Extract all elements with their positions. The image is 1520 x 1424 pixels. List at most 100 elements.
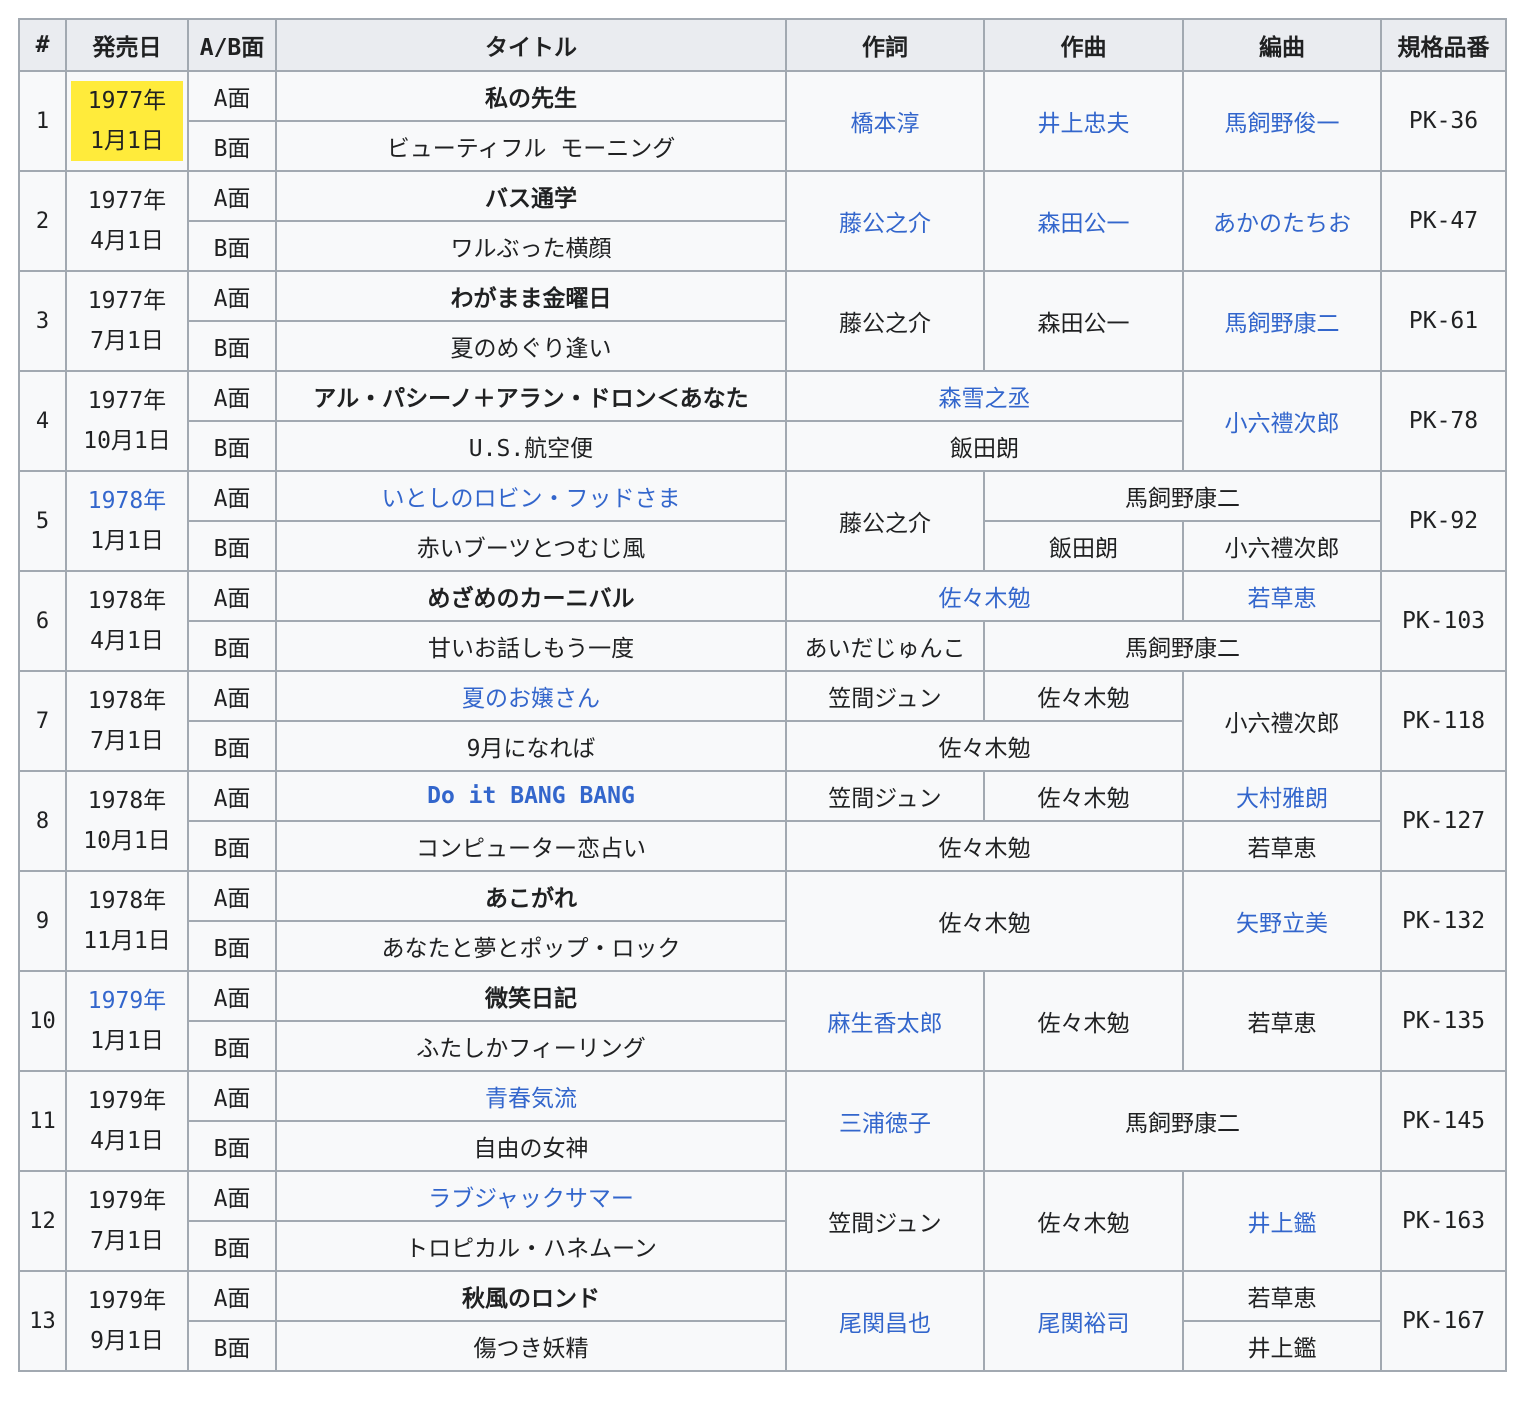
side-label: A面 [187, 470, 277, 522]
side-label: A面 [187, 570, 277, 622]
release-year: 1978年 [87, 888, 167, 914]
b-side-title: あなたと夢とポップ・ロック [275, 920, 787, 972]
arranger-link[interactable]: あかのたちお [1182, 170, 1382, 272]
single-number: 13 [18, 1270, 67, 1372]
release-year: 1978年 [87, 588, 167, 614]
a-side-title-link[interactable]: 青春気流 [275, 1070, 787, 1122]
arranger-link[interactable]: 若草恵 [1182, 570, 1382, 622]
side-label: B面 [187, 120, 277, 172]
release-day: 10月1日 [83, 428, 171, 454]
side-label: A面 [187, 870, 277, 922]
single-number: 12 [18, 1170, 67, 1272]
side-label: A面 [187, 70, 277, 122]
release-day: 4月1日 [90, 1128, 164, 1154]
lyricist: 笠間ジュン [785, 670, 985, 722]
arranger-link[interactable]: 馬飼野俊一 [1182, 70, 1382, 172]
single-number: 1 [18, 70, 67, 172]
arranger-link[interactable]: 矢野立美 [1182, 870, 1382, 972]
col-header-composer[interactable]: 作曲 [983, 18, 1184, 72]
single-number: 2 [18, 170, 67, 272]
col-header-number[interactable]: # [18, 18, 67, 72]
lyricist-link[interactable]: 麻生香太郎 [785, 970, 985, 1072]
composer-link[interactable]: 森田公一 [983, 170, 1184, 272]
release-date: 1979年 4月1日 [65, 1070, 189, 1172]
arranger: 若草恵 [1182, 970, 1382, 1072]
release-day: 10月1日 [83, 828, 171, 854]
lyricist-composer-link[interactable]: 森雪之丞 [785, 370, 1184, 422]
release-year: 1978年 [87, 688, 167, 714]
single-number: 10 [18, 970, 67, 1072]
table-row: 13 1979年 9月1日 A面 秋風のロンド 尾関昌也 尾関裕司 若草恵 PK-… [18, 1270, 1507, 1372]
lyricist-composer: 飯田朗 [785, 420, 1184, 472]
composer: 佐々木勉 [983, 770, 1184, 822]
side-label: B面 [187, 320, 277, 372]
arranger-link[interactable]: 小六禮次郎 [1182, 370, 1382, 472]
col-header-release-date[interactable]: 発売日 [65, 18, 189, 72]
catalog-number: PK-92 [1380, 470, 1507, 572]
catalog-number: PK-118 [1380, 670, 1507, 772]
release-year: 1979年 [87, 1088, 167, 1114]
lyricist-link[interactable]: 尾関昌也 [785, 1270, 985, 1372]
lyricist-composer-link[interactable]: 佐々木勉 [785, 570, 1184, 622]
release-year-link[interactable]: 1979年 [71, 981, 183, 1021]
side-label: A面 [187, 670, 277, 722]
a-side-title: わがまま金曜日 [275, 270, 787, 322]
lyricist-link[interactable]: 三浦徳子 [785, 1070, 985, 1172]
col-header-arranger[interactable]: 編曲 [1182, 18, 1382, 72]
highlighted-year: 1977年 [71, 81, 183, 121]
release-day: 4月1日 [90, 628, 164, 654]
side-label: B面 [187, 920, 277, 972]
singles-table: # 発売日 A/B面 タイトル 作詞 作曲 編曲 規格品番 1 1977年 1月1… [18, 18, 1507, 1372]
lyricist: 笠間ジュン [785, 770, 985, 822]
release-date: 1979年 7月1日 [65, 1170, 189, 1272]
table-row: B面 傷つき妖精 井上鑑 [19, 1320, 1506, 1372]
col-header-lyricist[interactable]: 作詞 [785, 18, 985, 72]
catalog-number: PK-132 [1380, 870, 1507, 972]
col-header-catalog[interactable]: 規格品番 [1380, 18, 1507, 72]
b-side-title: トロピカル・ハネムーン [275, 1220, 787, 1272]
catalog-number: PK-127 [1380, 770, 1507, 872]
composer-link[interactable]: 尾関裕司 [983, 1270, 1184, 1372]
a-side-title: 私の先生 [275, 70, 787, 122]
release-date: 1977年 10月1日 [65, 370, 189, 472]
table-row: 5 1978年 1月1日 A面 いとしのロビン・フッドさま 藤公之介 馬飼野康二 … [18, 470, 1507, 572]
release-year: 1979年 [87, 1188, 167, 1214]
lyricist: 笠間ジュン [785, 1170, 985, 1272]
single-number: 4 [18, 370, 67, 472]
arranger: 若草恵 [1182, 1270, 1382, 1322]
release-date: 1979年 1月1日 [65, 970, 189, 1072]
a-side-title-link[interactable]: Do it BANG BANG [275, 770, 787, 822]
table-row: 4 1977年 10月1日 A面 アル・パシーノ＋アラン・ドロン＜あなた 森雪之丞… [18, 370, 1507, 472]
release-year: 1979年 [87, 1288, 167, 1314]
side-label: A面 [187, 1270, 277, 1322]
catalog-number: PK-47 [1380, 170, 1507, 272]
lyricist-link[interactable]: 橋本淳 [785, 70, 985, 172]
a-side-title-link[interactable]: いとしのロビン・フッドさま [275, 470, 787, 522]
composer-arranger: 馬飼野康二 [983, 620, 1382, 672]
col-header-title[interactable]: タイトル [275, 18, 787, 72]
catalog-number: PK-135 [1380, 970, 1507, 1072]
arranger-link[interactable]: 大村雅朗 [1182, 770, 1382, 822]
arranger-link[interactable]: 馬飼野康二 [1182, 270, 1382, 372]
table-row: 3 1977年 7月1日 A面 わがまま金曜日 藤公之介 森田公一 馬飼野康二 P… [18, 270, 1507, 372]
arranger-link[interactable]: 井上鑑 [1182, 1170, 1382, 1272]
single-number: 11 [18, 1070, 67, 1172]
col-header-side[interactable]: A/B面 [187, 18, 277, 72]
a-side-title-link[interactable]: 夏のお嬢さん [275, 670, 787, 722]
side-label: B面 [187, 820, 277, 872]
b-side-title: コンピューター恋占い [275, 820, 787, 872]
side-label: A面 [187, 1070, 277, 1122]
release-year-link[interactable]: 1978年 [71, 481, 183, 521]
composer-link[interactable]: 井上忠夫 [983, 70, 1184, 172]
release-day: 11月1日 [83, 928, 171, 954]
table-row: B面 コンピューター恋占い 佐々木勉 若草恵 [19, 820, 1506, 872]
lyricist-link[interactable]: 藤公之介 [785, 170, 985, 272]
a-side-title-link[interactable]: ラブジャックサマー [275, 1170, 787, 1222]
single-number: 3 [18, 270, 67, 372]
release-day: 1月1日 [90, 1028, 164, 1054]
b-side-title: 夏のめぐり逢い [275, 320, 787, 372]
table-row: 7 1978年 7月1日 A面 夏のお嬢さん 笠間ジュン 佐々木勉 小六禮次郎 P… [18, 670, 1507, 772]
composer: 飯田朗 [983, 520, 1184, 572]
lyricist: 藤公之介 [785, 270, 985, 372]
table-row: 11 1979年 4月1日 A面 青春気流 三浦徳子 馬飼野康二 PK-145 [18, 1070, 1507, 1172]
